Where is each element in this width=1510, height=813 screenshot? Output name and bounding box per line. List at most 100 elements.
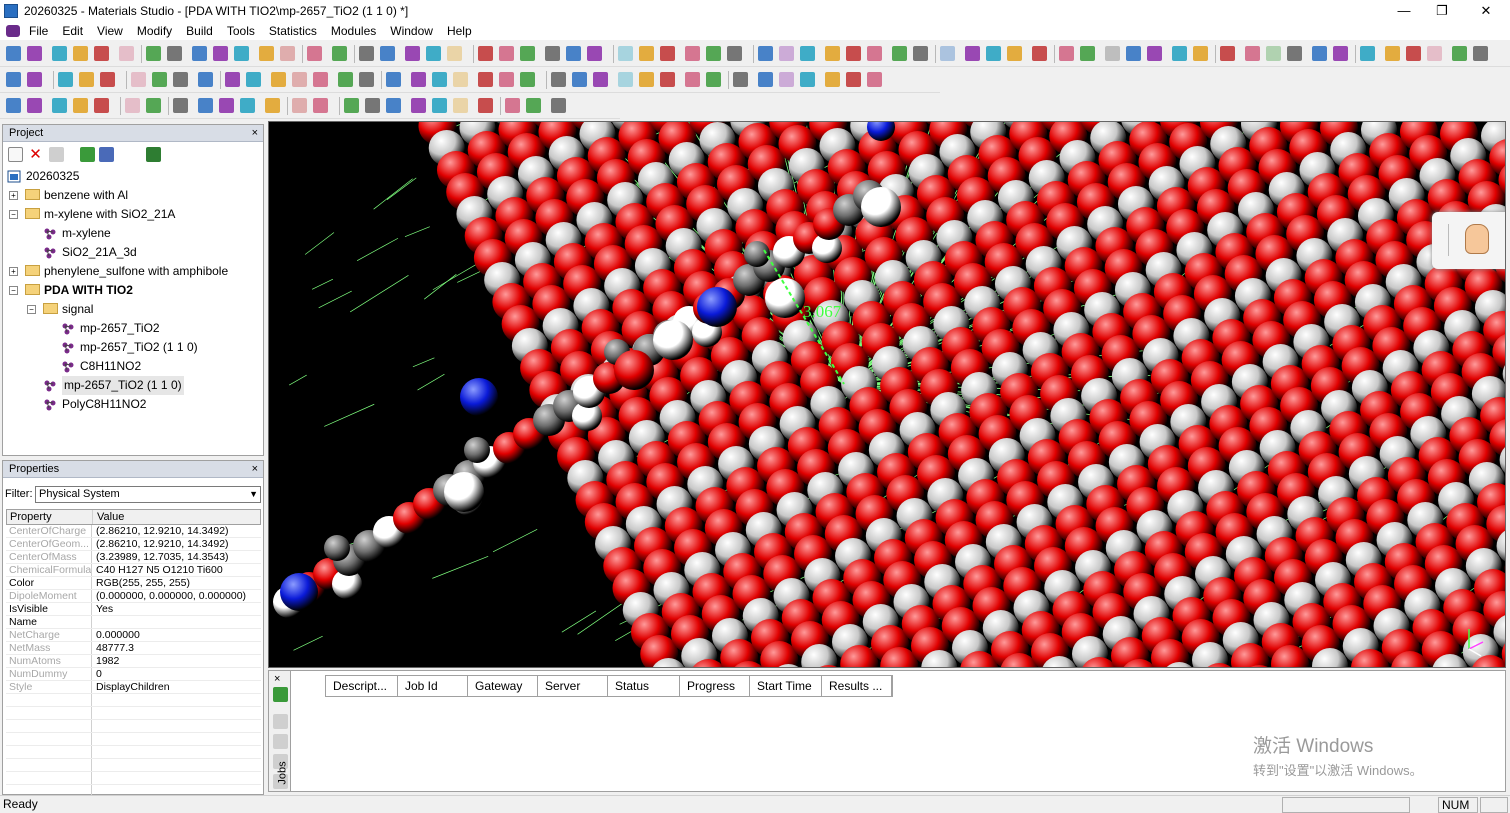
toolbar-button-icon[interactable] [344,98,359,113]
3d-viewer[interactable]: 3.067 [268,121,1506,668]
property-row[interactable]: CenterOfMass (3.23989, 12.7035, 14.3543) [6,551,261,564]
jobs-column-header[interactable]: Descript... [326,676,398,696]
toolbar-button-icon[interactable] [800,46,815,61]
hand-icon[interactable] [1465,224,1489,254]
toolbar-button-icon[interactable] [551,98,566,113]
toolbar-button-icon[interactable] [551,72,566,87]
toolbar-button-icon[interactable] [505,98,520,113]
properties-close-button[interactable]: × [252,461,258,478]
tree-expander[interactable]: + [9,267,18,276]
toolbar-button-icon[interactable] [94,98,109,113]
toolbar-button-icon[interactable] [125,98,140,113]
toolbar-button-icon[interactable] [499,72,514,87]
property-value[interactable]: 48777.3 [92,642,134,654]
toolbar-button-icon[interactable] [1452,46,1467,61]
tree-folder[interactable]: + phenylene_sulfone with amphibole [3,262,261,281]
toolbar-button-icon[interactable] [1172,46,1187,61]
molecule-scene[interactable]: 3.067 [269,122,1506,668]
toolbar-button-icon[interactable] [280,46,295,61]
tree-folder[interactable]: − PDA WITH TIO2 [3,281,261,300]
property-row[interactable]: DipoleMoment (0.000000, 0.000000, 0.00000… [6,590,261,603]
toolbar-button-icon[interactable] [566,46,581,61]
toolbar-button-icon[interactable] [587,46,602,61]
toolbar-button-icon[interactable] [1032,46,1047,61]
menu-modules[interactable]: Modules [324,24,383,38]
toolbar-button-icon[interactable] [1473,46,1488,61]
menu-tools[interactable]: Tools [220,24,262,38]
property-value[interactable]: 1982 [92,655,119,667]
toolbar-button-icon[interactable] [1105,46,1120,61]
jobs-close-button[interactable]: × [274,673,280,685]
property-row[interactable]: Name [6,616,261,629]
toolbar-button-icon[interactable] [6,46,21,61]
toolbar-button-icon[interactable] [1312,46,1327,61]
toolbar-button-icon[interactable] [58,72,73,87]
toolbar-button-icon[interactable] [219,98,234,113]
jobs-column-header[interactable]: Start Time [750,676,822,696]
toolbar-button-icon[interactable] [1266,46,1281,61]
oxygen-atom[interactable] [849,667,887,668]
toolbar-button-icon[interactable] [405,46,420,61]
property-value[interactable]: 0.000000 [92,629,140,641]
nitrogen-atom[interactable] [280,573,318,611]
close-button[interactable]: ✕ [1464,0,1508,21]
toolbar-button-icon[interactable] [867,72,882,87]
hydrogen-atom[interactable] [765,278,805,318]
toolbar-button-icon[interactable] [618,72,633,87]
property-value[interactable]: C40 H127 N5 O1210 Ti600 [92,564,223,576]
tree-expander[interactable]: − [27,305,36,314]
tree-document[interactable]: PolyC8H11NO2 [3,395,261,414]
toolbar-button-icon[interactable] [825,46,840,61]
toolbar-button-icon[interactable] [152,72,167,87]
toolbar-button-icon[interactable] [1245,46,1260,61]
toolbar-button-icon[interactable] [660,72,675,87]
toolbar-button-icon[interactable] [706,46,721,61]
toolbar-button-icon[interactable] [1080,46,1095,61]
carbon-atom[interactable] [744,241,770,267]
toolbar-button-icon[interactable] [892,46,907,61]
project-close-button[interactable]: × [252,125,258,142]
toolbar-button-icon[interactable] [1287,46,1302,61]
toolbar-button-icon[interactable] [386,72,401,87]
property-row[interactable]: NumDummy 0 [6,668,261,681]
toolbar-button-icon[interactable] [545,46,560,61]
nitrogen-atom[interactable] [697,287,737,327]
toolbar-button-icon[interactable] [411,98,426,113]
toolbar-button-icon[interactable] [365,98,380,113]
property-value[interactable] [92,616,96,628]
tree-folder[interactable]: − m-xylene with SiO2_21A [3,205,261,224]
filter-dropdown[interactable]: Physical System ▼ [35,486,261,503]
toolbar-button-icon[interactable] [867,46,882,61]
toolbar-button-icon[interactable] [1333,46,1348,61]
hydrogen-atom[interactable] [861,187,901,227]
toolbar-button-icon[interactable] [259,46,274,61]
toolbar-button-icon[interactable] [639,72,654,87]
property-row[interactable]: NetCharge 0.000000 [6,629,261,642]
toolbar-button-icon[interactable] [27,46,42,61]
property-row[interactable]: ChemicalFormula C40 H127 N5 O1210 Ti600 [6,564,261,577]
document-icon[interactable] [6,24,20,37]
carbon-atom[interactable] [324,535,350,561]
toolbar-button-icon[interactable] [913,46,928,61]
toolbar-button-icon[interactable] [173,72,188,87]
tree-document[interactable]: mp-2657_TiO2 [3,319,261,338]
jobs-column-header[interactable]: Gateway [468,676,538,696]
toolbar-button-icon[interactable] [520,46,535,61]
toolbar-button-icon[interactable] [6,98,21,113]
oxygen-atom[interactable] [614,350,654,390]
jobs-column-header[interactable]: Progress [680,676,750,696]
toolbar-button-icon[interactable] [313,72,328,87]
toolbar-button-icon[interactable] [52,46,67,61]
toolbar-button-icon[interactable] [1059,46,1074,61]
toolbar-button-icon[interactable] [73,98,88,113]
property-row[interactable]: NumAtoms 1982 [6,655,261,668]
new-item-icon[interactable] [8,147,23,162]
tree-folder[interactable]: − signal [3,300,261,319]
toolbar-button-icon[interactable] [800,72,815,87]
toolbar-button-icon[interactable] [986,46,1001,61]
tree-document[interactable]: mp-2657_TiO2 (1 1 0) [3,338,261,357]
toolbar-button-icon[interactable] [79,72,94,87]
toolbar-button-icon[interactable] [225,72,240,87]
toolbar-button-icon[interactable] [246,72,261,87]
app-icon[interactable] [4,3,18,18]
